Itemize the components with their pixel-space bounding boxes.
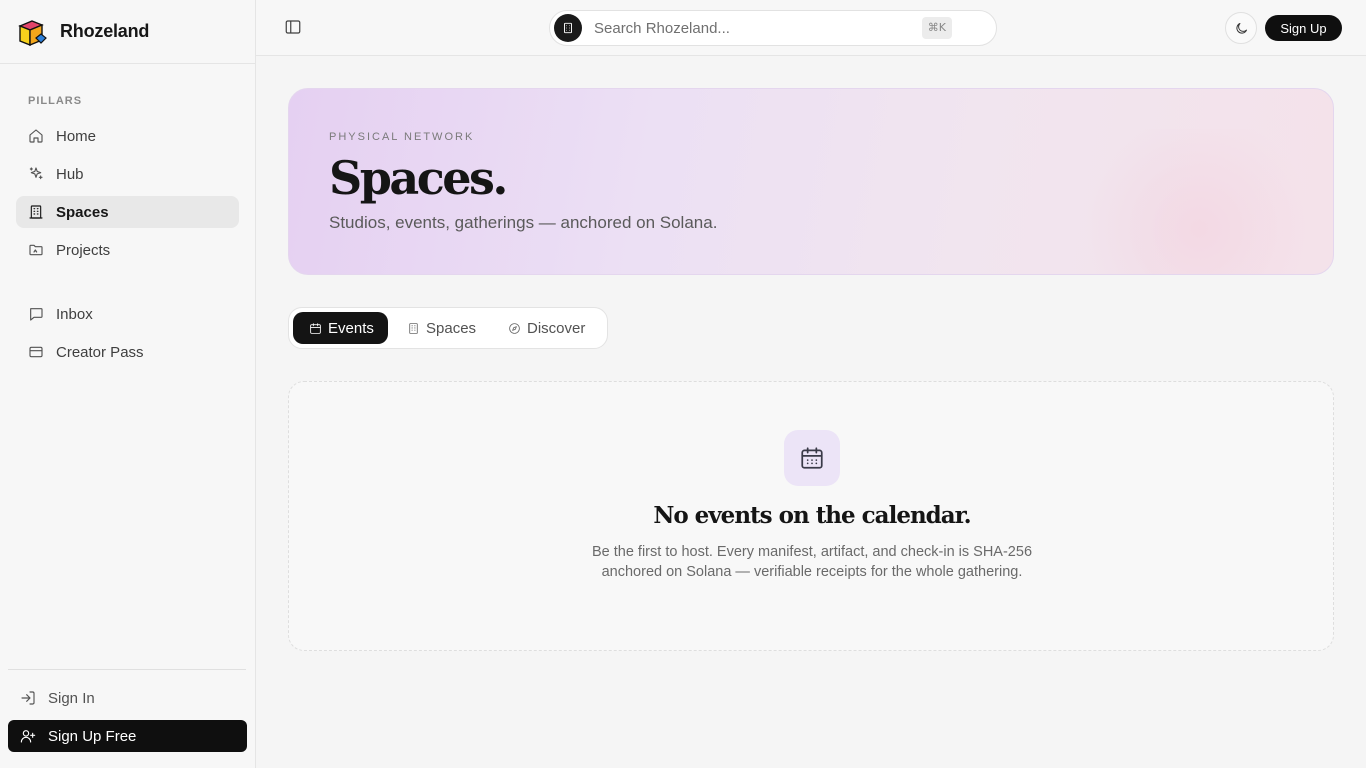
hero-eyebrow: PHYSICAL NETWORK [329, 131, 475, 143]
tab-events[interactable]: Events [293, 312, 388, 344]
sidebar-item-projects[interactable]: Projects [16, 234, 239, 266]
calendar-icon [784, 430, 840, 486]
search-shortcut: ⌘K [921, 17, 952, 39]
tab-label: Events [328, 319, 374, 337]
sidebar-item-label: Projects [56, 241, 111, 259]
message-icon [28, 306, 44, 322]
home-icon [28, 128, 44, 144]
brand[interactable]: Rhozeland [0, 0, 255, 64]
sidebar-item-label: Creator Pass [56, 343, 144, 361]
sidebar-item-inbox[interactable]: Inbox [16, 298, 239, 330]
building-icon [28, 204, 44, 220]
cube-logo-icon [18, 19, 47, 46]
tab-discover[interactable]: Discover [492, 312, 599, 344]
tab-bar: Events Spaces Discover [288, 307, 608, 349]
calendar-icon [310, 322, 321, 334]
moon-icon [1235, 22, 1247, 34]
sidebar-item-label: Inbox [56, 305, 93, 323]
brand-name: Rhozeland [60, 21, 150, 41]
sidebar-item-hub[interactable]: Hub [16, 158, 239, 190]
empty-state-description: Be the first to host. Every manifest, ar… [591, 544, 1033, 580]
sidebar-item-label: Hub [56, 165, 84, 183]
compass-icon [509, 322, 520, 334]
search-logo-icon [554, 14, 582, 42]
empty-state-panel: No events on the calendar. Be the first … [288, 381, 1334, 651]
sidebar-toggle-button[interactable] [284, 18, 304, 38]
section-label-pillars: PILLARS [28, 95, 83, 107]
sidebar-item-creator-pass[interactable]: Creator Pass [16, 336, 239, 368]
sidebar-item-home[interactable]: Home [16, 120, 239, 152]
user-plus-icon [20, 730, 36, 743]
hero-subtitle: Studios, events, gatherings — anchored o… [329, 213, 718, 232]
hero-banner: PHYSICAL NETWORK Spaces. Studios, events… [288, 88, 1334, 275]
sidebar-item-spaces[interactable]: Spaces [16, 196, 239, 228]
sidebar-item-label: Home [56, 127, 97, 145]
sign-in-button[interactable]: Sign In [8, 682, 247, 714]
sidebar-divider [8, 669, 246, 670]
card-icon [28, 344, 44, 360]
sidebar: Rhozeland PILLARS Home Hub Spaces Projec… [0, 0, 256, 768]
sidebar-item-label: Spaces [56, 203, 109, 221]
folder-icon [28, 242, 44, 258]
search-bar[interactable]: ⌘K [549, 10, 997, 46]
sign-up-button[interactable]: Sign Up [1265, 15, 1342, 41]
panel-left-icon [285, 20, 301, 34]
sign-in-label: Sign In [48, 689, 95, 707]
top-header: ⌘K Sign Up [256, 0, 1366, 56]
theme-toggle-button[interactable] [1225, 12, 1257, 44]
sign-up-free-label: Sign Up Free [48, 727, 137, 745]
sign-up-free-button[interactable]: Sign Up Free [8, 720, 247, 752]
tab-label: Spaces [426, 319, 477, 337]
tab-label: Discover [527, 319, 586, 337]
tab-spaces[interactable]: Spaces [391, 312, 490, 344]
page-title: Spaces. [329, 151, 508, 205]
search-input[interactable] [594, 19, 914, 37]
building-icon [409, 322, 418, 334]
log-in-icon [21, 691, 35, 705]
sparkles-icon [28, 166, 44, 182]
empty-state-title: No events on the calendar. [653, 502, 971, 529]
